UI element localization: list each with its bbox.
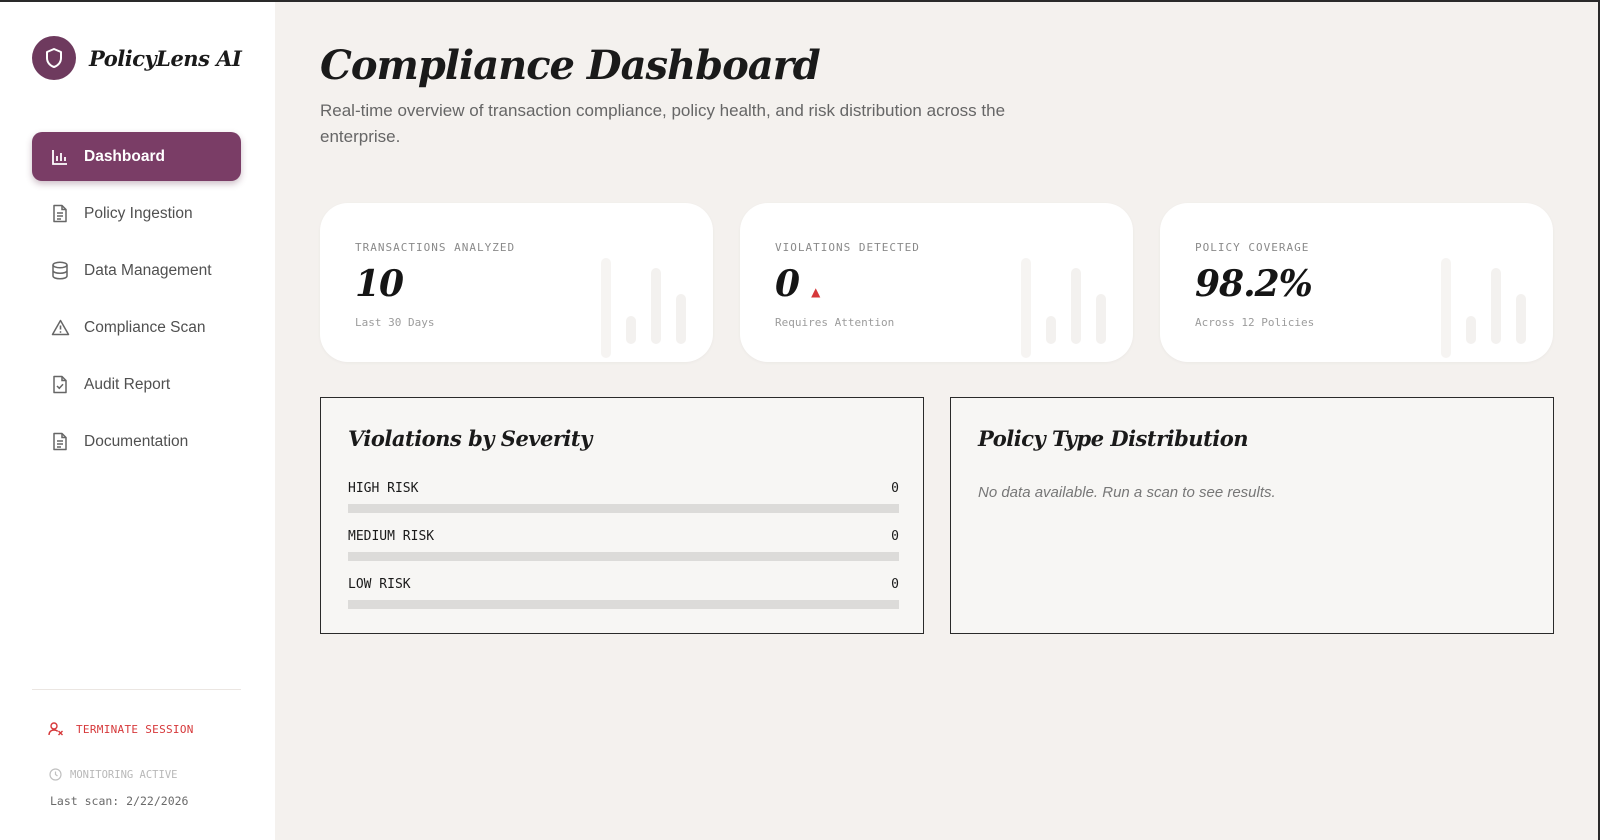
bar-chart-decoration-icon bbox=[601, 258, 686, 358]
sidebar-item-documentation[interactable]: Documentation bbox=[32, 417, 241, 466]
stat-value-text: 98.2% bbox=[1195, 263, 1313, 305]
stats-row: TRANSACTIONS ANALYZED 10 Last 30 Days VI… bbox=[320, 203, 1553, 362]
last-scan-text: Last scan: 2/22/2026 bbox=[50, 794, 189, 808]
stat-caption: Last 30 Days bbox=[355, 316, 435, 329]
stat-value: 10 bbox=[355, 263, 404, 305]
severity-row-low: LOW RISK 0 bbox=[348, 577, 899, 609]
stat-caption: Across 12 Policies bbox=[1195, 316, 1315, 329]
stat-card-coverage: POLICY COVERAGE 98.2% Across 12 Policies bbox=[1160, 203, 1553, 362]
empty-state-text: No data available. Run a scan to see res… bbox=[978, 484, 1276, 501]
trend-up-icon: ▲ bbox=[811, 285, 820, 299]
document-icon bbox=[50, 432, 70, 452]
stat-value: 0 ▲ bbox=[775, 263, 820, 305]
brand[interactable]: PolicyLens AI bbox=[32, 36, 242, 80]
severity-bar bbox=[348, 600, 899, 609]
stat-label: POLICY COVERAGE bbox=[1195, 241, 1310, 254]
warning-icon bbox=[50, 318, 70, 338]
sidebar-item-data-management[interactable]: Data Management bbox=[32, 246, 241, 295]
user-logout-icon bbox=[48, 722, 64, 736]
sidebar-item-label: Policy Ingestion bbox=[84, 204, 193, 222]
terminate-session-button[interactable]: TERMINATE SESSION bbox=[48, 722, 194, 736]
severity-row-high: HIGH RISK 0 bbox=[348, 481, 899, 513]
severity-label: HIGH RISK bbox=[348, 481, 419, 496]
sidebar: PolicyLens AI Dashboard Policy Ingestion… bbox=[0, 0, 275, 840]
stat-card-transactions: TRANSACTIONS ANALYZED 10 Last 30 Days bbox=[320, 203, 713, 362]
brand-name: PolicyLens AI bbox=[89, 45, 242, 71]
bar-chart-decoration-icon bbox=[1441, 258, 1526, 358]
severity-count: 0 bbox=[891, 481, 899, 496]
document-icon bbox=[50, 204, 70, 224]
sidebar-item-label: Audit Report bbox=[84, 375, 171, 393]
severity-count: 0 bbox=[891, 577, 899, 592]
monitoring-status: MONITORING ACTIVE bbox=[49, 768, 177, 781]
stat-value-text: 10 bbox=[355, 263, 404, 305]
stat-value: 98.2% bbox=[1195, 263, 1313, 305]
shield-icon bbox=[32, 36, 76, 80]
sidebar-item-dashboard[interactable]: Dashboard bbox=[32, 132, 241, 181]
database-icon bbox=[50, 261, 70, 281]
sidebar-item-label: Data Management bbox=[84, 261, 212, 279]
window-top-border bbox=[0, 0, 1600, 2]
bar-chart-icon bbox=[50, 147, 70, 167]
severity-count: 0 bbox=[891, 529, 899, 544]
stat-label: TRANSACTIONS ANALYZED bbox=[355, 241, 516, 254]
sidebar-item-label: Compliance Scan bbox=[84, 318, 206, 336]
panel-title: Violations by Severity bbox=[348, 426, 592, 451]
severity-bar bbox=[348, 552, 899, 561]
monitoring-label: MONITORING ACTIVE bbox=[70, 768, 178, 781]
stat-caption: Requires Attention bbox=[775, 316, 895, 329]
panel-title: Policy Type Distribution bbox=[978, 426, 1249, 451]
terminate-session-label: TERMINATE SESSION bbox=[76, 722, 194, 736]
sidebar-item-audit-report[interactable]: Audit Report bbox=[32, 360, 241, 409]
bar-chart-decoration-icon bbox=[1021, 258, 1106, 358]
clock-icon bbox=[49, 768, 62, 781]
severity-row-medium: MEDIUM RISK 0 bbox=[348, 529, 899, 561]
sidebar-item-label: Documentation bbox=[84, 432, 189, 450]
sidebar-item-label: Dashboard bbox=[84, 147, 165, 165]
panels-row: Violations by Severity HIGH RISK 0 MEDIUM… bbox=[320, 397, 1554, 634]
main-content: Compliance Dashboard Real-time overview … bbox=[275, 0, 1600, 840]
app-window: PolicyLens AI Dashboard Policy Ingestion… bbox=[0, 0, 1600, 840]
sidebar-item-compliance-scan[interactable]: Compliance Scan bbox=[32, 303, 241, 352]
file-check-icon bbox=[50, 375, 70, 395]
severity-label: MEDIUM RISK bbox=[348, 529, 435, 544]
sidebar-divider bbox=[32, 689, 241, 690]
sidebar-item-policy-ingestion[interactable]: Policy Ingestion bbox=[32, 189, 241, 238]
page-title: Compliance Dashboard bbox=[320, 42, 821, 89]
stat-value-text: 0 bbox=[775, 263, 800, 305]
severity-bar bbox=[348, 504, 899, 513]
stat-label: VIOLATIONS DETECTED bbox=[775, 241, 920, 254]
violations-by-severity-panel: Violations by Severity HIGH RISK 0 MEDIUM… bbox=[320, 397, 924, 634]
stat-card-violations: VIOLATIONS DETECTED 0 ▲ Requires Attentio… bbox=[740, 203, 1133, 362]
severity-label: LOW RISK bbox=[348, 577, 411, 592]
sidebar-nav: Dashboard Policy Ingestion Data Manageme… bbox=[32, 132, 241, 474]
policy-type-distribution-panel: Policy Type Distribution No data availab… bbox=[950, 397, 1554, 634]
page-subtitle: Real-time overview of transaction compli… bbox=[320, 101, 1006, 146]
